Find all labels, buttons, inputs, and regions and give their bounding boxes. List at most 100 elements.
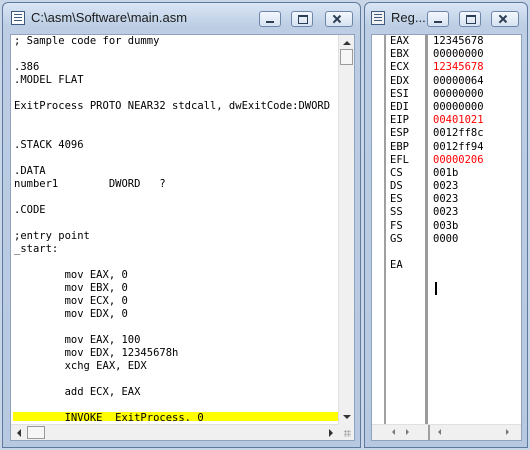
register-value: 00000206: [433, 153, 484, 166]
code-line[interactable]: mov ECX, 0: [13, 295, 339, 308]
editor-title: C:\asm\Software\main.asm: [31, 10, 188, 25]
minimize-button[interactable]: [259, 11, 281, 27]
scroll-left-icon[interactable]: [17, 429, 21, 437]
horizontal-scrollbar[interactable]: [11, 424, 339, 440]
register-value: 00000000: [433, 87, 484, 100]
editor-window: C:\asm\Software\main.asm ; Sample code f…: [2, 2, 361, 448]
register-value: 00401021: [433, 114, 484, 127]
code-line[interactable]: [13, 113, 339, 126]
register-name: ESP: [390, 127, 409, 140]
resize-grip-icon[interactable]: [338, 424, 354, 440]
code-line[interactable]: [13, 191, 339, 204]
register-name: EIP: [390, 114, 409, 127]
register-value: 00000000: [433, 48, 484, 61]
register-name: EDX: [390, 74, 409, 87]
code-line[interactable]: .DATA: [13, 165, 339, 178]
register-value: 0012ff8c: [433, 127, 484, 140]
scroll-left-icon[interactable]: [392, 429, 395, 435]
close-button[interactable]: [325, 11, 353, 27]
code-line[interactable]: ExitProcess PROTO NEAR32 stdcall, dwExit…: [13, 100, 339, 113]
register-value: 0023: [433, 180, 459, 193]
code-line[interactable]: mov EBX, 0: [13, 282, 339, 295]
document-icon: [11, 11, 25, 25]
register-name: EA: [390, 259, 403, 272]
register-name: EAX: [390, 35, 409, 47]
code-line[interactable]: .STACK 4096: [13, 139, 339, 152]
scroll-right-icon[interactable]: [406, 429, 409, 435]
code-line[interactable]: [13, 87, 339, 100]
maximize-button[interactable]: [291, 11, 313, 27]
register-name: EBX: [390, 48, 409, 61]
register-value: 001b: [433, 166, 459, 179]
register-name: ESI: [390, 87, 409, 100]
code-line[interactable]: ;entry point: [13, 230, 339, 243]
register-value: 0023: [433, 206, 459, 219]
code-line[interactable]: [13, 126, 339, 139]
register-name: SS: [390, 206, 403, 219]
register-value: 12345678: [433, 61, 484, 74]
code-line[interactable]: mov EAX, 100: [13, 334, 339, 347]
register-value: 003b: [433, 219, 459, 232]
code-line[interactable]: number1 DWORD ?: [13, 178, 339, 191]
registers-title: Reg...: [391, 10, 426, 25]
code-line[interactable]: mov EDX, 0: [13, 308, 339, 321]
code-line[interactable]: [13, 321, 339, 334]
code-line[interactable]: .CODE: [13, 204, 339, 217]
registers-minimize-button[interactable]: [427, 11, 449, 27]
registers-horizontal-scrollbar[interactable]: [372, 424, 521, 440]
code-line[interactable]: add ECX, EAX: [13, 386, 339, 399]
horizontal-scroll-thumb[interactable]: [27, 426, 45, 439]
register-value: [428, 246, 521, 259]
code-line[interactable]: [13, 399, 339, 412]
code-editor[interactable]: ; Sample code for dummy .386 .MODEL FLAT Ex…: [10, 34, 355, 441]
vertical-scrollbar[interactable]: [338, 35, 354, 425]
editor-titlebar[interactable]: C:\asm\Software\main.asm: [3, 3, 360, 33]
register-names-column: EAX EBX ECX EDX ESI EDI EIP ESP EBP EFL CS DS ES SS FS…: [386, 35, 428, 424]
code-line[interactable]: mov EAX, 0: [13, 269, 339, 282]
code-line[interactable]: [13, 217, 339, 230]
close-icon: [326, 12, 352, 26]
registers-close-button[interactable]: [491, 11, 519, 27]
vertical-scroll-thumb[interactable]: [340, 49, 353, 65]
registers-scroll-segment-left[interactable]: [372, 425, 430, 440]
register-values-column: 12345678 00000000 12345678 00000064 00000000…: [428, 35, 521, 424]
registers-window: Reg... EAX EBX ECX EDX ESI EDI EIP ESP EBP EFL CS D…: [364, 2, 528, 448]
code-line[interactable]: [13, 48, 339, 61]
code-line[interactable]: .386: [13, 61, 339, 74]
register-name: DS: [390, 180, 403, 193]
register-name: EFL: [390, 153, 409, 166]
registers-titlebar[interactable]: Reg...: [365, 3, 527, 33]
register-name: EBP: [390, 140, 409, 153]
scroll-right-icon[interactable]: [506, 429, 509, 435]
register-name: GS: [390, 232, 403, 245]
registers-gutter: [372, 35, 386, 424]
register-value: 00000064: [433, 74, 484, 87]
scroll-right-icon[interactable]: [329, 429, 333, 437]
scroll-down-icon[interactable]: [343, 415, 351, 419]
code-area[interactable]: ; Sample code for dummy .386 .MODEL FLAT Ex…: [13, 35, 339, 421]
registers-panel[interactable]: EAX EBX ECX EDX ESI EDI EIP ESP EBP EFL CS DS ES SS FS…: [371, 34, 522, 441]
code-line[interactable]: _start:: [13, 243, 339, 256]
code-line[interactable]: ; Sample code for dummy: [13, 35, 339, 48]
register-value: [428, 259, 521, 272]
code-line[interactable]: mov EDX, 12345678h: [13, 347, 339, 360]
scroll-left-icon[interactable]: [438, 429, 441, 435]
register-name: [386, 246, 425, 259]
register-name: CS: [390, 166, 403, 179]
register-name: ES: [390, 193, 403, 206]
maximize-icon: [460, 12, 480, 26]
scroll-up-icon[interactable]: [343, 41, 351, 45]
close-icon: [492, 12, 518, 26]
register-value: 12345678: [433, 35, 484, 47]
registers-scroll-segment-right[interactable]: [428, 425, 521, 440]
code-line[interactable]: [13, 373, 339, 386]
code-line[interactable]: INVOKE ExitProcess, 0: [13, 412, 339, 421]
code-line[interactable]: xchg EAX, EDX: [13, 360, 339, 373]
register-value: 0000: [433, 232, 459, 245]
register-name: EDI: [390, 100, 409, 113]
code-line[interactable]: .MODEL FLAT: [13, 74, 339, 87]
registers-maximize-button[interactable]: [459, 11, 481, 27]
registers-icon: [369, 9, 385, 25]
code-line[interactable]: [13, 256, 339, 269]
code-line[interactable]: [13, 152, 339, 165]
